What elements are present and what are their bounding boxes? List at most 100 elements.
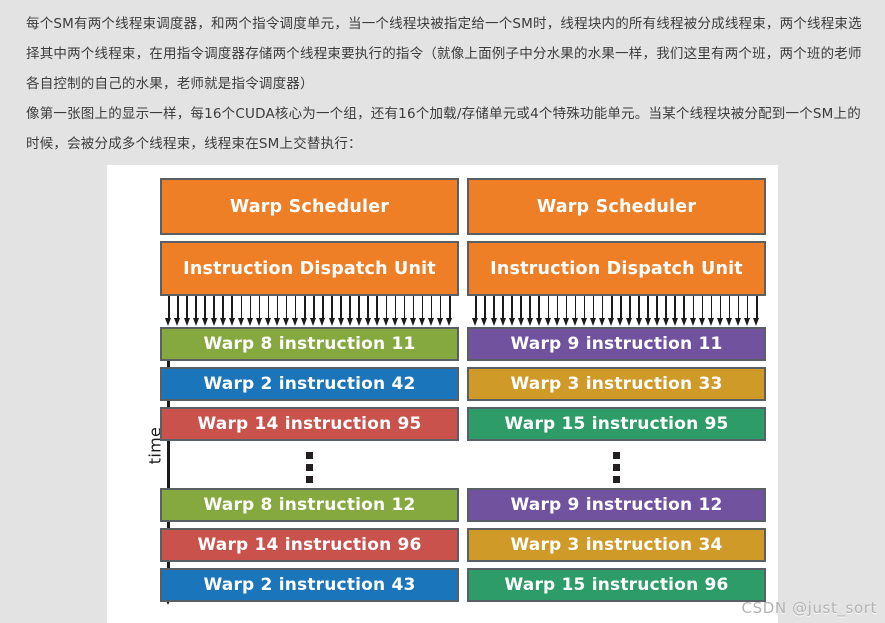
warp-instruction-row: Warp 14 instruction 95 <box>160 407 459 441</box>
arrow-head <box>382 318 389 326</box>
warp-instruction-row: Warp 8 instruction 12 <box>160 488 459 522</box>
arrow-shaft <box>683 296 686 320</box>
arrow-shaft <box>285 296 288 320</box>
dispatch-arrow-icon <box>608 296 615 327</box>
arrow-shaft <box>574 296 577 320</box>
dispatch-arrow-icon <box>391 296 398 327</box>
dispatch-arrow-icon <box>446 296 453 327</box>
arrow-head <box>544 318 551 326</box>
arrow-shaft <box>367 296 369 320</box>
warp-instruction-row: Warp 14 instruction 96 <box>160 528 459 562</box>
dispatch-arrow-icon <box>481 296 488 327</box>
dispatch-arrow-icon <box>490 296 497 327</box>
dispatch-arrow-icon <box>364 296 371 327</box>
arrow-shaft <box>385 296 388 320</box>
instruction-dispatch-unit-box-right: Instruction Dispatch Unit <box>467 241 766 296</box>
arrow-shaft <box>529 296 531 320</box>
dispatch-arrow-icon <box>671 296 678 327</box>
arrow-head <box>310 318 317 326</box>
arrow-head <box>753 318 760 326</box>
arrow-shaft <box>177 296 179 320</box>
arrow-shaft <box>629 296 631 320</box>
dispatch-arrow-icon <box>219 296 226 327</box>
arrow-shaft <box>728 296 731 320</box>
dispatch-arrow-icon <box>292 296 299 327</box>
dispatch-arrow-icon <box>192 296 199 327</box>
arrow-shaft <box>592 296 595 320</box>
dispatch-arrow-icon <box>572 296 579 327</box>
arrow-shaft <box>430 296 433 320</box>
warp-instruction-row: Warp 2 instruction 43 <box>160 568 459 602</box>
arrow-head <box>246 318 253 326</box>
dispatch-arrow-icon <box>428 296 435 327</box>
warp-rows-upper-right: Warp 9 instruction 11 Warp 3 instruction … <box>467 327 766 441</box>
dispatch-arrow-icon <box>437 296 444 327</box>
arrow-head <box>635 318 642 326</box>
arrow-head <box>526 318 533 326</box>
arrow-head <box>283 318 290 326</box>
vertical-ellipsis-right <box>467 447 766 488</box>
arrow-shaft <box>620 296 622 320</box>
warp-column-left: Warp Scheduler Instruction Dispatch Unit… <box>160 178 459 608</box>
arrow-head <box>517 318 524 326</box>
arrow-head <box>572 318 579 326</box>
arrow-head <box>301 318 308 326</box>
arrow-shaft <box>331 296 333 320</box>
arrow-head <box>472 318 479 326</box>
arrow-head <box>219 318 226 326</box>
arrow-shaft <box>656 296 658 320</box>
dispatch-arrow-icon <box>517 296 524 327</box>
arrow-head <box>653 318 660 326</box>
warp-instruction-row: Warp 9 instruction 12 <box>467 488 766 522</box>
arrow-shaft <box>520 296 522 320</box>
arrow-shaft <box>448 296 451 320</box>
paragraph-2: 像第一张图上的显示一样，每16个CUDA核心为一个组，还有16个加载/存储单元或… <box>26 106 861 152</box>
warp-instruction-row: Warp 15 instruction 95 <box>467 407 766 441</box>
dispatch-arrow-icon <box>499 296 506 327</box>
warp-rows-lower-right: Warp 9 instruction 12 Warp 3 instruction … <box>467 488 766 602</box>
arrow-shaft <box>484 296 486 320</box>
dispatch-arrow-icon <box>698 296 705 327</box>
dispatch-arrow-icon <box>283 296 290 327</box>
arrow-shaft <box>565 296 568 320</box>
dispatch-arrow-icon <box>228 296 235 327</box>
article-text-block: 每个SM有两个线程束调度器，和两个指令调度单元，当一个线程块被指定给一个SM时，… <box>0 0 885 159</box>
vertical-ellipsis-left <box>160 447 459 488</box>
screenshot-root: 每个SM有两个线程束调度器，和两个指令调度单元，当一个线程块被指定给一个SM时，… <box>0 0 885 623</box>
arrow-head <box>553 318 560 326</box>
warp-instruction-row: Warp 2 instruction 42 <box>160 367 459 401</box>
arrow-head <box>499 318 506 326</box>
dispatch-arrow-icon <box>508 296 515 327</box>
arrow-head <box>391 318 398 326</box>
dispatch-arrow-icon <box>653 296 660 327</box>
arrow-head <box>355 318 362 326</box>
arrow-shaft <box>240 296 243 320</box>
arrow-head <box>599 318 606 326</box>
arrow-head <box>256 318 263 326</box>
arrow-shaft <box>267 296 270 320</box>
arrow-shaft <box>213 296 215 320</box>
arrow-head <box>689 318 696 326</box>
arrow-shaft <box>358 296 360 320</box>
arrow-head <box>535 318 542 326</box>
arrow-shaft <box>493 296 495 320</box>
dispatch-arrow-fan-left <box>160 296 459 327</box>
arrow-shaft <box>692 296 695 320</box>
arrow-shaft <box>186 296 188 320</box>
ellipsis-dot <box>613 464 620 471</box>
dispatch-arrow-icon <box>744 296 751 327</box>
instruction-dispatch-unit-box-left: Instruction Dispatch Unit <box>160 241 459 296</box>
arrow-head <box>717 318 724 326</box>
arrow-shaft <box>547 296 550 320</box>
arrow-shaft <box>755 296 758 320</box>
arrow-shaft <box>538 296 541 320</box>
dispatch-arrow-icon <box>590 296 597 327</box>
arrow-shaft <box>412 296 415 320</box>
dispatch-arrow-icon <box>256 296 263 327</box>
arrow-head <box>508 318 515 326</box>
arrow-shaft <box>610 296 613 320</box>
arrow-shaft <box>258 296 261 320</box>
dispatch-arrow-icon <box>680 296 687 327</box>
arrow-shaft <box>403 296 406 320</box>
dispatch-arrow-icon <box>535 296 542 327</box>
